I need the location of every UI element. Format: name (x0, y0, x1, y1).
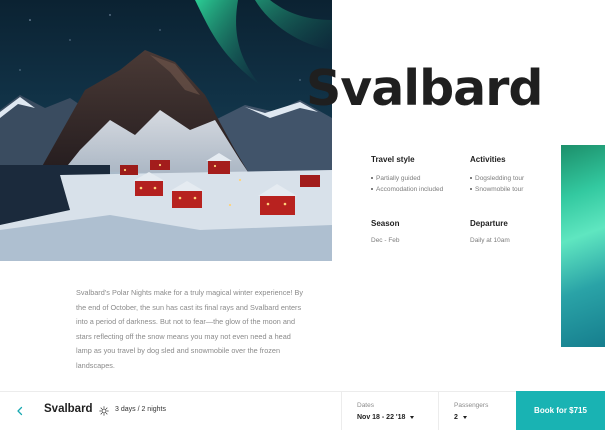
season-label: Season (371, 219, 400, 228)
passengers-value: 2 (454, 414, 458, 421)
aurora-image (561, 145, 605, 347)
bar-destination: Svalbard (44, 403, 93, 415)
season-section: Season Dec - Feb (371, 219, 400, 244)
list-item: Snowmobile tour (470, 184, 524, 195)
departure-value: Daily at 10am (470, 237, 510, 244)
page-title: Svalbard (306, 60, 543, 117)
activities-label: Activities (470, 155, 506, 164)
dates-value: Nov 18 - 22 '18 (357, 414, 406, 421)
travel-style-section: Travel style Partially guided Accomodati… (371, 155, 443, 195)
list-item: Accomodation included (371, 184, 443, 195)
dates-label: Dates (357, 402, 374, 409)
season-value: Dec - Feb (371, 237, 400, 244)
chevron-left-icon-svg (17, 406, 23, 416)
passengers-label: Passengers (454, 402, 489, 409)
departure-section: Departure Daily at 10am (470, 219, 510, 244)
chevron-left-icon[interactable] (12, 403, 28, 419)
hero-image (0, 0, 332, 261)
activities-section: Activities Dogsledding tour Snowmobile t… (470, 155, 524, 195)
caret-down-icon (462, 415, 467, 419)
passengers-dropdown[interactable]: Passengers 2 (439, 392, 516, 430)
list-item: Dogsledding tour (470, 173, 524, 184)
dates-dropdown[interactable]: Dates Nov 18 - 22 '18 (342, 392, 438, 430)
dates-value-row: Nov 18 - 22 '18 (357, 414, 415, 421)
activities-list: Dogsledding tour Snowmobile tour (470, 173, 524, 195)
list-item: Partially guided (371, 173, 443, 184)
sun-icon (99, 406, 109, 416)
trip-duration: 3 days / 2 nights (115, 406, 166, 413)
travel-style-list: Partially guided Accomodation included (371, 173, 443, 195)
book-button[interactable]: Book for $715 (516, 391, 605, 430)
description-text: Svalbard’s Polar Nights make for a truly… (76, 288, 303, 370)
passengers-value-row: 2 (454, 414, 467, 421)
caret-down-icon (410, 415, 415, 419)
booking-bar: Svalbard 3 days / 2 nights Dates Nov 18 … (0, 391, 605, 430)
departure-label: Departure (470, 219, 508, 228)
travel-style-label: Travel style (371, 155, 415, 164)
hero-landscape (0, 0, 332, 261)
